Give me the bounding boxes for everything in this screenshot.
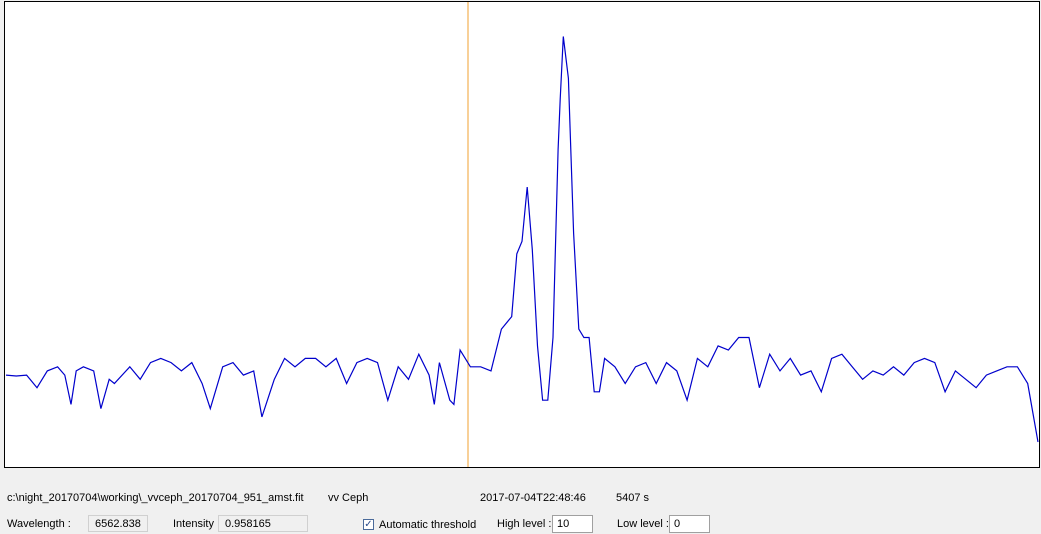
spectrum-chart bbox=[5, 2, 1039, 467]
intensity-value: 0.958165 bbox=[218, 515, 308, 532]
observation-datetime: 2017-07-04T22:48:46 bbox=[480, 492, 586, 504]
spectrum-plot[interactable] bbox=[4, 1, 1040, 468]
low-level-label: Low level : bbox=[617, 518, 669, 530]
spectrum-series-line bbox=[5, 36, 1039, 443]
wavelength-label: Wavelength : bbox=[7, 518, 71, 530]
exposure-time: 5407 s bbox=[616, 492, 650, 504]
file-path: c:\night_20170704\working\_vvceph_201707… bbox=[7, 492, 304, 504]
automatic-threshold-label[interactable]: Automatic threshold bbox=[379, 519, 476, 531]
automatic-threshold-checkbox[interactable]: ✓ bbox=[363, 519, 374, 530]
high-level-label: High level : bbox=[497, 518, 552, 530]
check-mark-icon: ✓ bbox=[364, 519, 373, 530]
wavelength-value: 6562.838 bbox=[88, 515, 148, 532]
low-level-input[interactable]: 0 bbox=[669, 515, 710, 533]
high-level-input[interactable]: 10 bbox=[552, 515, 593, 533]
object-name: vv Ceph bbox=[328, 492, 369, 504]
intensity-label: Intensity : bbox=[173, 518, 221, 530]
